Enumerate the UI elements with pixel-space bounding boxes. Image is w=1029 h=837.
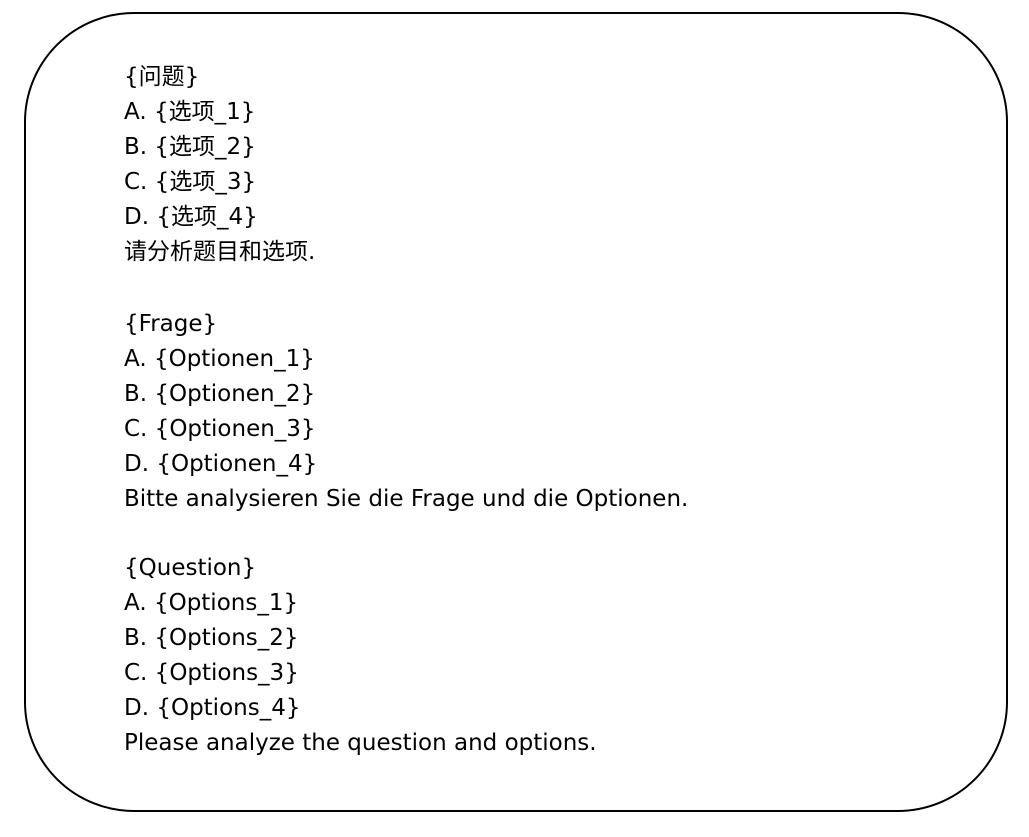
- option-d: D. {Optionen_4}: [124, 451, 318, 477]
- question-placeholder: {问题}: [124, 64, 200, 90]
- option-a: A. {Options_1}: [124, 590, 299, 616]
- instruction-text: 请分析题目和选项.: [124, 239, 316, 265]
- option-c: C. {Optionen_3}: [124, 416, 316, 442]
- option-a: A. {选项_1}: [124, 99, 256, 125]
- option-c: C. {选项_3}: [124, 169, 257, 195]
- question-placeholder: {Question}: [124, 555, 257, 581]
- option-d: D. {选项_4}: [124, 204, 258, 230]
- english-prompt-block: {Question} A. {Options_1} B. {Options_2}…: [124, 551, 597, 761]
- chinese-prompt-block: {问题} A. {选项_1} B. {选项_2} C. {选项_3} D. {选…: [124, 60, 315, 270]
- option-c: C. {Options_3}: [124, 660, 299, 686]
- question-placeholder: {Frage}: [124, 311, 218, 337]
- option-a: A. {Optionen_1}: [124, 346, 315, 372]
- option-b: B. {Options_2}: [124, 625, 299, 651]
- german-prompt-block: {Frage} A. {Optionen_1} B. {Optionen_2} …: [124, 307, 688, 517]
- instruction-text: Bitte analysieren Sie die Frage und die …: [124, 486, 689, 512]
- option-b: B. {选项_2}: [124, 134, 256, 160]
- option-b: B. {Optionen_2}: [124, 381, 316, 407]
- option-d: D. {Options_4}: [124, 695, 301, 721]
- instruction-text: Please analyze the question and options.: [124, 730, 597, 756]
